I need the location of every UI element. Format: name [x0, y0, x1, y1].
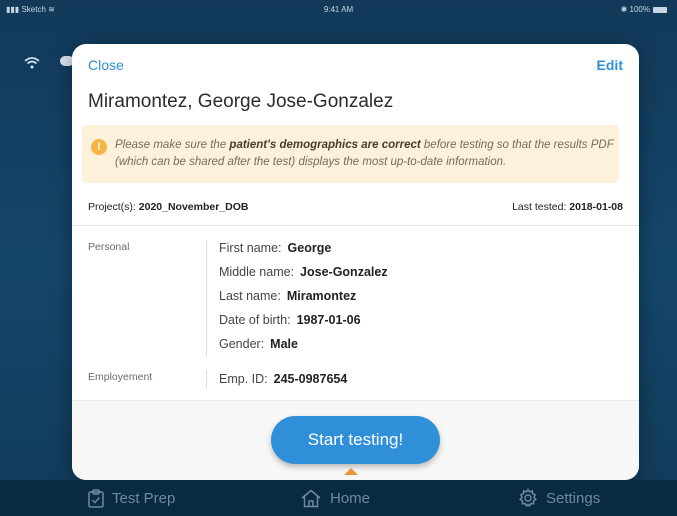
patient-details-modal: Close Edit Miramontez, George Jose-Gonza…: [72, 44, 639, 480]
home-icon: [301, 489, 321, 507]
field-date-of-birth: Date of birth: 1987-01-06: [219, 313, 361, 327]
section-label-employment: Employement: [88, 371, 153, 383]
field-label: Gender:: [219, 337, 265, 351]
field-value: 1987-01-06: [296, 313, 361, 327]
clipboard-check-icon: [88, 488, 104, 508]
projects-label: Project(s):: [88, 201, 136, 213]
tab-label: Home: [330, 489, 371, 507]
warning-icon: !: [91, 139, 107, 155]
tab-test-prep[interactable]: Test Prep: [88, 480, 175, 516]
patient-details: Personal First name: George Middle name: J…: [72, 226, 639, 400]
close-button[interactable]: Close: [88, 57, 124, 73]
field-value: Miramontez: [286, 289, 357, 303]
last-tested-label: Last tested:: [512, 201, 567, 213]
field-middle-name: Middle name: Jose-Gonzalez: [219, 265, 388, 279]
demographics-warning: ! Please make sure the patient's demogra…: [82, 125, 619, 183]
clock: 9:41 AM: [323, 5, 354, 14]
field-value: George: [287, 241, 332, 255]
field-label: Last name:: [219, 289, 281, 303]
battery-icon: [653, 6, 667, 13]
battery-indicator: ✱ 100%: [621, 5, 667, 14]
warning-emphasis: patient's demographics are correct: [229, 139, 421, 151]
field-label: Middle name:: [219, 265, 295, 279]
warning-text: Please make sure the patient's demograph…: [115, 137, 615, 171]
section-divider-personal: [206, 240, 207, 356]
section-label-personal: Personal: [88, 241, 130, 253]
last-tested: Last tested: 2018-01-08: [512, 201, 623, 213]
status-bar: ▮▮▮ Sketch ≋ 9:41 AM ✱ 100%: [0, 0, 677, 20]
tab-settings[interactable]: Settings: [518, 480, 600, 516]
active-tab-indicator: [344, 468, 358, 475]
tab-label: Test Prep: [112, 489, 176, 507]
last-tested-value: 2018-01-08: [569, 201, 623, 213]
field-value: Jose-Gonzalez: [300, 265, 388, 279]
patient-name-title: Miramontez, George Jose-Gonzalez: [88, 91, 394, 112]
field-employee-id: Emp. ID: 245-0987654: [219, 372, 347, 386]
tab-label: Settings: [546, 489, 601, 507]
warning-prefix: Please make sure the: [115, 139, 230, 151]
field-value: 245-0987654: [273, 372, 348, 386]
field-first-name: First name: George: [219, 241, 331, 255]
field-last-name: Last name: Miramontez: [219, 289, 356, 303]
tab-bar: Test Prep Home Settings: [0, 480, 677, 516]
section-divider-employment: [206, 370, 207, 388]
projects-value: 2020_November_DOB: [138, 201, 249, 213]
field-label: First name:: [219, 241, 282, 255]
field-value: Male: [270, 337, 298, 351]
wifi-icon: [24, 56, 40, 72]
edit-button[interactable]: Edit: [597, 57, 623, 73]
field-label: Emp. ID:: [219, 372, 268, 386]
start-testing-button[interactable]: Start testing!: [271, 416, 440, 464]
battery-percent: 100%: [629, 5, 650, 14]
field-label: Date of birth:: [219, 313, 291, 327]
gear-icon: [518, 488, 538, 508]
project-row: Project(s): 2020_November_DOB Last teste…: [88, 201, 623, 213]
tab-home[interactable]: Home: [300, 480, 370, 516]
field-gender: Gender: Male: [219, 337, 298, 351]
